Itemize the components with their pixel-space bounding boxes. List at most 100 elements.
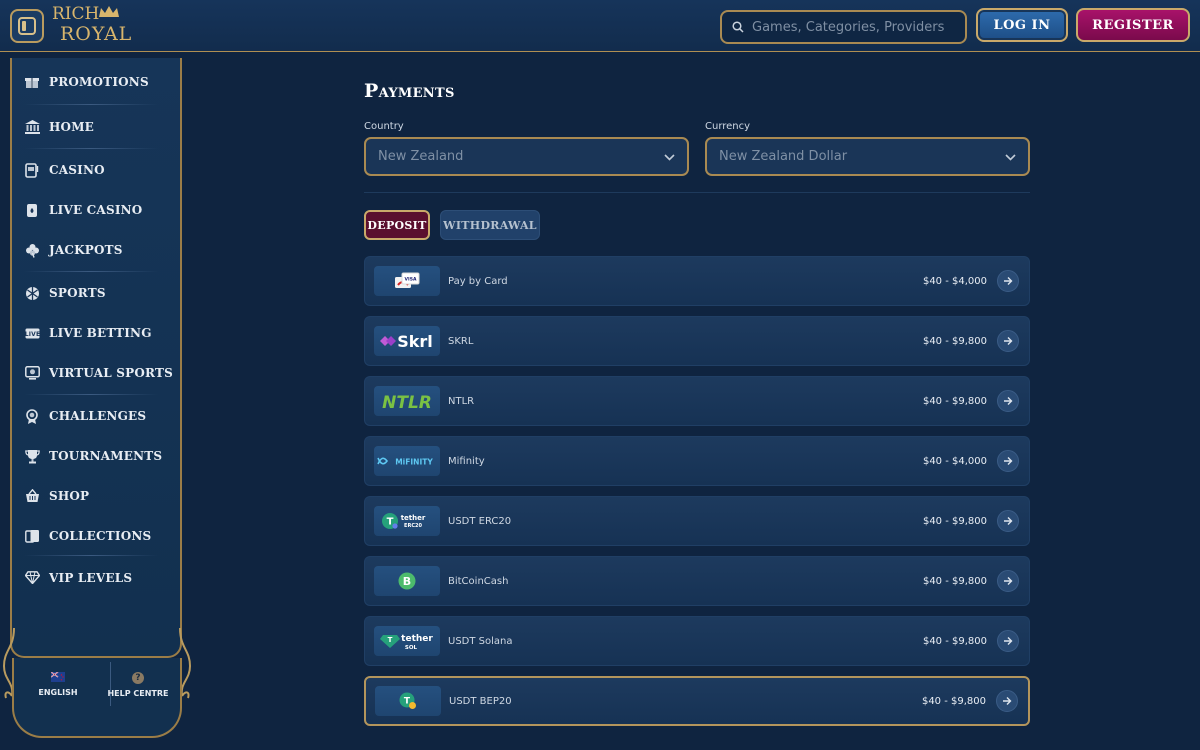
chevron-right-icon[interactable] bbox=[997, 390, 1019, 412]
sidebar-item-challenges[interactable]: CHALLENGES bbox=[12, 395, 180, 437]
menu-toggle-button[interactable] bbox=[10, 9, 44, 43]
country-field: Country New Zealand bbox=[364, 120, 689, 176]
payment-method-ntlr[interactable]: NTLR NTLR $40 - $9,800 bbox=[364, 376, 1030, 426]
language-label: ENGLISH bbox=[38, 688, 78, 697]
chevron-down-icon bbox=[664, 150, 675, 164]
tether-bep20-logo-icon: T bbox=[375, 686, 441, 716]
login-button[interactable]: LOG IN bbox=[976, 8, 1068, 42]
payment-methods-list: VISA Pay by Card $40 - $4,000 Skrl SKRL … bbox=[364, 256, 1030, 726]
sidebar-item-shop[interactable]: SHOP bbox=[12, 475, 180, 517]
country-value: New Zealand bbox=[378, 149, 464, 164]
tab-withdrawal[interactable]: WITHDRAWAL bbox=[440, 210, 540, 240]
sidebar-item-label: VIP LEVELS bbox=[49, 570, 133, 585]
sidebar-item-vip-levels[interactable]: VIP LEVELS bbox=[12, 556, 180, 599]
sidebar-item-label: PROMOTIONS bbox=[49, 75, 149, 89]
currency-value: New Zealand Dollar bbox=[719, 149, 848, 164]
svg-text:VISA: VISA bbox=[405, 277, 417, 283]
sidebar-item-tournaments[interactable]: TOURNAMENTS bbox=[12, 437, 180, 475]
sidebar-item-label: HOME bbox=[49, 119, 95, 134]
site-logo[interactable]: RICH ROYAL bbox=[52, 4, 132, 48]
diamond-icon bbox=[24, 570, 40, 586]
sidebar-item-collections[interactable]: COLLECTIONS bbox=[12, 517, 180, 555]
basket-icon bbox=[24, 488, 40, 504]
payment-method-bitcoincash[interactable]: B BitCoinCash $40 - $9,800 bbox=[364, 556, 1030, 606]
payment-method-name: Pay by Card bbox=[448, 275, 508, 287]
payment-method-usdt-solana[interactable]: T tether SOL USDT Solana $40 - $9,800 bbox=[364, 616, 1030, 666]
tether-sol-logo-icon: T tether SOL bbox=[374, 626, 440, 656]
svg-text:NTLR: NTLR bbox=[382, 393, 432, 413]
bitcoincash-logo-icon: B bbox=[374, 566, 440, 596]
sidebar-item-casino[interactable]: CASINO bbox=[12, 149, 180, 191]
card-logo-icon: VISA bbox=[374, 266, 440, 296]
logo-rich-text: RICH bbox=[52, 4, 100, 24]
sidebar-item-promotions[interactable]: PROMOTIONS bbox=[12, 60, 180, 104]
sidebar: PROMOTIONS HOME CASINO LIVE CASINO JACKP… bbox=[10, 58, 182, 658]
sidebar-item-virtual-sports[interactable]: VIRTUAL SPORTS bbox=[12, 352, 180, 394]
payment-method-name: USDT Solana bbox=[448, 635, 513, 647]
payment-method-range: $40 - $9,800 bbox=[922, 575, 987, 587]
sidebar-footer-panel bbox=[12, 658, 182, 738]
payment-method-card[interactable]: VISA Pay by Card $40 - $4,000 bbox=[364, 256, 1030, 306]
sidebar-item-label: CASINO bbox=[49, 163, 105, 177]
country-select[interactable]: New Zealand bbox=[364, 137, 689, 176]
chevron-right-icon[interactable] bbox=[996, 690, 1018, 712]
nz-flag-icon bbox=[51, 672, 65, 682]
clover-icon bbox=[24, 242, 40, 258]
payment-method-mifinity[interactable]: MiFINITY Mifinity $40 - $4,000 bbox=[364, 436, 1030, 486]
payment-method-skrl[interactable]: Skrl SKRL $40 - $9,800 bbox=[364, 316, 1030, 366]
currency-select[interactable]: New Zealand Dollar bbox=[705, 137, 1030, 176]
help-centre-link[interactable]: ? HELP CENTRE bbox=[96, 672, 180, 698]
top-bar: RICH ROYAL LOG IN REGISTER bbox=[0, 0, 1200, 52]
svg-text:T: T bbox=[388, 636, 393, 644]
sidebar-item-label: SHOP bbox=[49, 489, 90, 503]
payment-method-name: SKRL bbox=[448, 335, 474, 347]
register-button[interactable]: REGISTER bbox=[1076, 8, 1190, 42]
logo-royal-text: ROYAL bbox=[60, 23, 133, 45]
sidebar-item-jackpots[interactable]: JACKPOTS bbox=[12, 229, 180, 271]
payment-method-name: Mifinity bbox=[448, 455, 485, 467]
tether-erc20-logo-icon: T tether ERC20 bbox=[374, 506, 440, 536]
medal-icon bbox=[24, 408, 40, 424]
payments-panel: Payments Country New Zealand Currency Ne… bbox=[364, 72, 1030, 736]
currency-label: Currency bbox=[705, 121, 751, 132]
chevron-right-icon[interactable] bbox=[997, 330, 1019, 352]
sidebar-item-label: JACKPOTS bbox=[49, 243, 123, 257]
sidebar-nav: PROMOTIONS HOME CASINO LIVE CASINO JACKP… bbox=[12, 58, 180, 599]
chevron-right-icon[interactable] bbox=[997, 570, 1019, 592]
sidebar-item-label: VIRTUAL SPORTS bbox=[49, 366, 173, 380]
mifinity-logo-icon: MiFINITY bbox=[374, 446, 440, 476]
svg-text:MiFINITY: MiFINITY bbox=[395, 458, 433, 467]
svg-text:B: B bbox=[403, 575, 411, 588]
cards-icon bbox=[24, 202, 40, 218]
chevron-right-icon[interactable] bbox=[997, 510, 1019, 532]
collection-cards-icon bbox=[24, 528, 40, 544]
tab-deposit[interactable]: DEPOSIT bbox=[364, 210, 430, 240]
sidebar-item-label: SPORTS bbox=[49, 286, 106, 300]
payment-tabs: DEPOSIT WITHDRAWAL bbox=[364, 210, 1030, 240]
payment-method-range: $40 - $4,000 bbox=[922, 455, 987, 467]
payment-method-range: $40 - $9,800 bbox=[922, 635, 987, 647]
page-title: Payments bbox=[364, 80, 455, 102]
chevron-right-icon[interactable] bbox=[997, 630, 1019, 652]
chevron-right-icon[interactable] bbox=[997, 450, 1019, 472]
sidebar-item-sports[interactable]: SPORTS bbox=[12, 272, 180, 314]
chevron-right-icon[interactable] bbox=[997, 270, 1019, 292]
sidebar-footer: ENGLISH ? HELP CENTRE bbox=[0, 628, 192, 750]
payment-method-name: USDT BEP20 bbox=[449, 695, 512, 707]
payment-method-range: $40 - $9,800 bbox=[922, 335, 987, 347]
payment-method-usdt-erc20[interactable]: T tether ERC20 USDT ERC20 $40 - $9,800 bbox=[364, 496, 1030, 546]
payment-method-usdt-bep20[interactable]: T USDT BEP20 $40 - $9,800 bbox=[364, 676, 1030, 726]
sidebar-item-label: LIVE CASINO bbox=[49, 203, 143, 217]
ball-icon bbox=[24, 285, 40, 301]
sidebar-item-home[interactable]: HOME bbox=[12, 105, 180, 148]
language-selector[interactable]: ENGLISH bbox=[16, 672, 100, 697]
sidebar-item-label: CHALLENGES bbox=[49, 409, 147, 423]
sidebar-item-live-betting[interactable]: LIVE LIVE BETTING bbox=[12, 314, 180, 352]
slot-machine-icon bbox=[24, 162, 40, 178]
search-input[interactable] bbox=[752, 19, 962, 35]
svg-text:tether: tether bbox=[401, 514, 426, 522]
svg-text:tether: tether bbox=[401, 634, 433, 644]
search-box[interactable] bbox=[720, 10, 967, 44]
sidebar-item-live-casino[interactable]: LIVE CASINO bbox=[12, 191, 180, 229]
payment-method-name: USDT ERC20 bbox=[448, 515, 512, 527]
